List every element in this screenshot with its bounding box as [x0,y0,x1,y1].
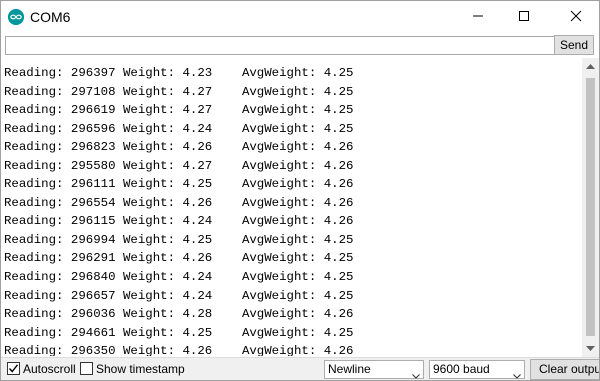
line-ending-select[interactable]: Newline [324,360,424,379]
output-line: Reading: 296350 Weight: 4.26 AvgWeight: … [4,344,354,356]
close-button[interactable] [553,1,599,33]
arduino-logo-icon [8,9,24,25]
send-button[interactable]: Send [554,35,594,55]
serial-input[interactable] [5,36,555,55]
status-bar: Autoscroll Show timestamp Newline 9600 b… [1,357,599,380]
scroll-up-arrow-icon[interactable] [582,58,599,75]
title-bar: COM6 [1,1,599,33]
output-line: Reading: 296397 Weight: 4.23 AvgWeight: … [4,66,354,80]
window-title: COM6 [30,9,71,25]
output-line: Reading: 296554 Weight: 4.26 AvgWeight: … [4,195,354,210]
output-line: Reading: 296115 Weight: 4.24 AvgWeight: … [4,214,354,229]
baud-rate-select[interactable]: 9600 baud [429,360,525,379]
serial-monitor-window: COM6 Send Reading: 296397 Weight: 4.23 A… [0,0,600,381]
chevron-down-icon [513,367,521,380]
line-ending-value: Newline [328,362,371,376]
output-line: Reading: 296657 Weight: 4.24 AvgWeight: … [4,288,354,303]
output-line: Reading: 296619 Weight: 4.27 AvgWeight: … [4,103,354,118]
serial-output[interactable]: Reading: 296397 Weight: 4.23 AvgWeight: … [1,61,581,356]
checkmark-icon [8,364,19,373]
maximize-icon [518,10,530,25]
scroll-down-arrow-icon[interactable] [582,340,599,357]
send-row: Send [1,34,599,58]
scrollbar-thumb[interactable] [586,78,595,336]
maximize-button[interactable] [501,1,547,33]
output-line: Reading: 297108 Weight: 4.27 AvgWeight: … [4,84,354,99]
output-line: Reading: 296111 Weight: 4.25 AvgWeight: … [4,177,354,192]
output-line: Reading: 296596 Weight: 4.24 AvgWeight: … [4,121,354,136]
show-timestamp-checkbox[interactable] [80,362,93,375]
output-line: Reading: 296291 Weight: 4.26 AvgWeight: … [4,251,354,266]
show-timestamp-label: Show timestamp [96,362,185,376]
minimize-icon [472,10,484,25]
autoscroll-label: Autoscroll [23,362,76,376]
autoscroll-checkbox[interactable] [7,362,20,375]
output-line: Reading: 296036 Weight: 4.28 AvgWeight: … [4,307,354,322]
close-icon [570,10,582,25]
output-line: Reading: 296823 Weight: 4.26 AvgWeight: … [4,140,354,155]
output-line: Reading: 294661 Weight: 4.25 AvgWeight: … [4,325,354,340]
output-line: Reading: 296840 Weight: 4.24 AvgWeight: … [4,270,354,285]
minimize-button[interactable] [455,1,501,33]
vertical-scrollbar[interactable] [582,58,599,358]
output-line: Reading: 295580 Weight: 4.27 AvgWeight: … [4,158,354,173]
clear-output-button[interactable]: Clear output [530,359,599,380]
baud-rate-value: 9600 baud [433,362,490,376]
chevron-down-icon [412,367,420,380]
output-line: Reading: 296994 Weight: 4.25 AvgWeight: … [4,232,354,247]
